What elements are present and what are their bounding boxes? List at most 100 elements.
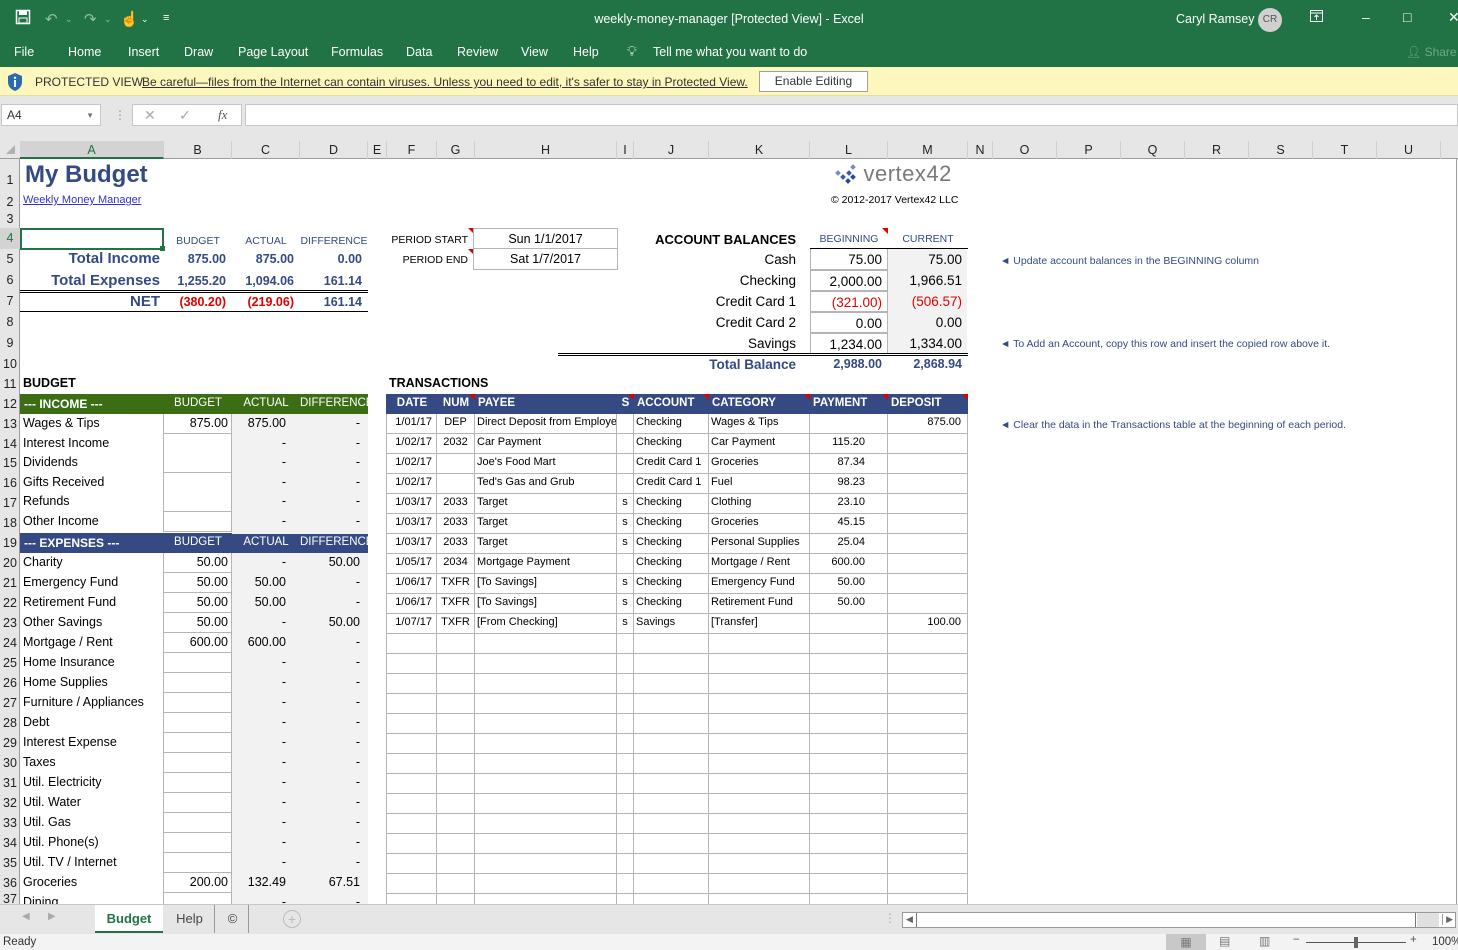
expenses-budget-input[interactable] [164, 793, 232, 813]
transaction-payee[interactable]: Target [477, 496, 616, 508]
row-header-35[interactable]: 35 [0, 853, 20, 873]
tab-formulas[interactable]: Formulas [331, 45, 383, 59]
period-end-value[interactable]: Sat 1/7/2017 [473, 249, 618, 270]
row-header-26[interactable]: 26 [0, 673, 20, 693]
transaction-payee[interactable]: Ted's Gas and Grub [477, 476, 616, 488]
transaction-date[interactable]: 1/02/17 [387, 456, 432, 468]
transaction-date[interactable]: 1/06/17 [387, 576, 432, 588]
expenses-budget-input[interactable]: 50.00 [164, 613, 232, 633]
enter-icon[interactable]: ✓ [179, 107, 191, 124]
row-header-5[interactable]: 5 [0, 249, 20, 270]
column-header-j[interactable]: J [634, 141, 709, 159]
transaction-account[interactable]: Checking [636, 576, 708, 588]
expenses-budget-input[interactable] [164, 893, 232, 904]
transaction-date[interactable]: 1/03/17 [387, 536, 432, 548]
redo-icon[interactable]: ↷ [84, 10, 97, 28]
transaction-payment[interactable]: 87.34 [810, 456, 865, 468]
transaction-account[interactable]: Checking [636, 556, 708, 568]
income-budget-input[interactable] [164, 472, 232, 493]
sheet-tab-help[interactable]: Help [165, 905, 215, 933]
formula-input[interactable] [245, 104, 1458, 126]
income-budget-input[interactable] [164, 511, 232, 532]
column-header-u[interactable]: U [1377, 141, 1441, 159]
column-header-c[interactable]: C [232, 141, 300, 159]
row-header-24[interactable]: 24 [0, 633, 20, 653]
transaction-num[interactable]: TXFR [437, 616, 474, 628]
column-header-e[interactable]: E [368, 141, 387, 159]
row-header-2[interactable]: 2 [0, 193, 20, 211]
row-header-9[interactable]: 9 [0, 333, 20, 354]
expenses-budget-input[interactable] [164, 753, 232, 773]
transaction-s[interactable]: s [617, 616, 633, 628]
close-icon[interactable]: ✕ [1448, 9, 1458, 26]
transaction-category[interactable]: Groceries [711, 516, 809, 528]
tab-view[interactable]: View [521, 45, 548, 59]
transaction-account[interactable]: Credit Card 1 [636, 456, 708, 468]
scroll-tabs-right-icon[interactable]: ▶ [48, 911, 56, 922]
column-header-i[interactable]: I [617, 141, 634, 159]
comment-indicator[interactable] [469, 394, 475, 400]
transaction-num[interactable]: 2033 [437, 536, 474, 548]
horizontal-scrollbar[interactable]: ◀ ▶ [902, 912, 1456, 928]
comment-indicator[interactable] [628, 394, 634, 400]
period-start-value[interactable]: Sun 1/1/2017 [473, 228, 618, 249]
transaction-category[interactable]: Personal Supplies [711, 536, 809, 548]
row-header-29[interactable]: 29 [0, 733, 20, 753]
row-header-33[interactable]: 33 [0, 813, 20, 833]
transaction-date[interactable]: 1/07/17 [387, 616, 432, 628]
transaction-payee[interactable]: Mortgage Payment [477, 556, 616, 568]
transaction-payee[interactable]: Target [477, 536, 616, 548]
row-header-3[interactable]: 3 [0, 211, 20, 228]
transaction-num[interactable]: 2034 [437, 556, 474, 568]
weekly-money-manager-link[interactable]: Weekly Money Manager [23, 194, 141, 206]
transaction-date[interactable]: 1/02/17 [387, 476, 432, 488]
scroll-tabs-left-icon[interactable]: ◀ [22, 911, 30, 922]
transactions-col-header-deposit[interactable]: DEPOSIT [891, 397, 968, 409]
undo-icon[interactable]: ↶ [45, 10, 58, 28]
user-name[interactable]: Caryl Ramsey [1176, 12, 1255, 26]
touch-dropdown-icon[interactable]: ⌄ [141, 14, 149, 25]
transaction-category[interactable]: Fuel [711, 476, 809, 488]
row-header-18[interactable]: 18 [0, 513, 20, 533]
column-header-k[interactable]: K [709, 141, 810, 159]
ribbon-display-options-icon[interactable] [1310, 9, 1323, 25]
row-header-17[interactable]: 17 [0, 493, 20, 513]
minimize-icon[interactable]: – [1362, 9, 1370, 25]
row-header-6[interactable]: 6 [0, 270, 20, 291]
transaction-payee[interactable]: Joe's Food Mart [477, 456, 616, 468]
transaction-num[interactable]: TXFR [437, 596, 474, 608]
transaction-category[interactable]: Groceries [711, 456, 809, 468]
tab-page-layout[interactable]: Page Layout [238, 45, 308, 59]
scrollbar-track[interactable] [1417, 913, 1439, 927]
transaction-payment[interactable]: 98.23 [810, 476, 865, 488]
transaction-category[interactable]: Mortgage / Rent [711, 556, 809, 568]
transaction-payment[interactable]: 50.00 [810, 596, 865, 608]
touch-mode-icon[interactable]: ☝ [120, 10, 139, 28]
row-header-16[interactable]: 16 [0, 473, 20, 493]
column-header-d[interactable]: D [300, 141, 368, 159]
comment-indicator[interactable] [882, 394, 888, 400]
transaction-account[interactable]: Checking [636, 436, 708, 448]
comment-indicator[interactable] [804, 394, 810, 400]
scroll-left-icon[interactable]: ◀ [906, 914, 913, 925]
expenses-budget-input[interactable] [164, 773, 232, 793]
transaction-payment[interactable]: 23.10 [810, 496, 865, 508]
column-header-l[interactable]: L [810, 141, 888, 159]
transaction-num[interactable]: 2032 [437, 436, 474, 448]
expenses-budget-input[interactable] [164, 713, 232, 733]
row-header-7[interactable]: 7 [0, 291, 20, 311]
column-header-p[interactable]: P [1057, 141, 1121, 159]
expenses-budget-input[interactable] [164, 673, 232, 693]
customize-qat-icon[interactable]: ≡ [163, 12, 169, 24]
transactions-col-header-account[interactable]: ACCOUNT [637, 397, 709, 409]
row-header-22[interactable]: 22 [0, 593, 20, 613]
transaction-num[interactable]: DEP [437, 416, 474, 428]
expenses-budget-input[interactable] [164, 733, 232, 753]
expenses-budget-input[interactable]: 200.00 [164, 873, 232, 893]
transaction-payment[interactable]: 115.20 [810, 436, 865, 448]
transaction-category[interactable]: Retirement Fund [711, 596, 809, 608]
insert-function-icon[interactable]: fx [218, 107, 227, 123]
income-budget-input[interactable] [164, 492, 232, 512]
select-all-button[interactable] [6, 145, 15, 154]
row-header-13[interactable]: 13 [0, 414, 20, 434]
